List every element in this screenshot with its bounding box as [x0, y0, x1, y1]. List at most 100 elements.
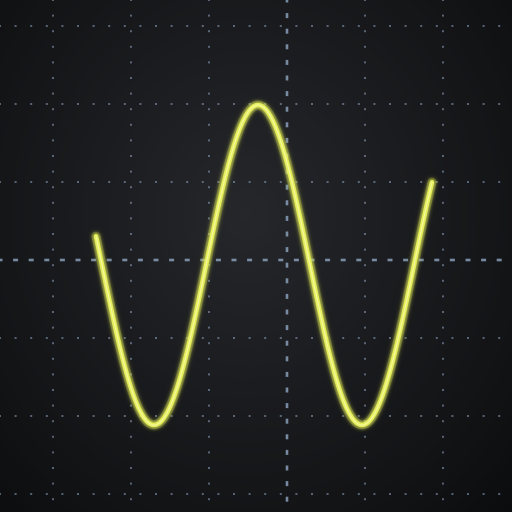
grid-dot: [233, 493, 235, 495]
grid-dot: [420, 415, 423, 417]
grid-dot: [442, 311, 444, 313]
grid-dot: [92, 337, 95, 339]
grid-dot: [130, 420, 132, 423]
grid-dot: [208, 0, 210, 1]
grid-dot: [467, 25, 469, 27]
grid-dot: [295, 337, 298, 339]
grid-dot: [364, 108, 366, 111]
grid-dot: [170, 25, 173, 27]
grid-dot: [208, 467, 210, 469]
grid-dot: [45, 493, 48, 495]
grid-dot: [130, 61, 132, 64]
center-axis-tick: [285, 262, 289, 268]
grid-dot: [52, 435, 54, 438]
graticule-grid: [0, 0, 502, 502]
grid-dot: [52, 139, 54, 142]
grid-dot: [357, 493, 360, 495]
grid-dot: [208, 108, 210, 111]
grid-dot: [130, 139, 132, 142]
center-axis-tick: [434, 258, 440, 262]
grid-dot: [295, 493, 298, 495]
grid-dot: [155, 25, 157, 27]
grid-dot: [45, 337, 48, 339]
grid-dot: [420, 493, 423, 495]
grid-dot: [52, 248, 54, 251]
grid-dot: [92, 415, 95, 417]
grid-dot: [442, 77, 444, 79]
grid-dot: [364, 295, 366, 298]
grid-dot: [326, 181, 329, 183]
grid-dot: [342, 103, 345, 105]
sine-wave-trace: [93, 102, 435, 428]
grid-dot: [326, 415, 329, 417]
grid-dot: [208, 451, 210, 454]
grid-dot: [442, 233, 444, 235]
grid-dot: [201, 25, 204, 27]
grid-dot: [201, 493, 204, 495]
grid-dot: [364, 248, 366, 251]
grid-dot: [442, 279, 444, 282]
grid-dot: [130, 404, 132, 407]
grid-dot: [357, 337, 360, 339]
grid-dot: [155, 181, 157, 183]
grid-dot: [326, 25, 329, 27]
center-axis-tick: [262, 258, 268, 262]
grid-dot: [364, 342, 366, 345]
grid-dot: [108, 103, 111, 105]
grid-dot: [498, 415, 501, 417]
grid-dot: [482, 415, 485, 417]
grid-dot: [248, 415, 251, 417]
grid-dot: [30, 25, 33, 27]
grid-dot: [186, 181, 189, 183]
grid-dot: [279, 103, 282, 105]
grid-dot: [14, 415, 17, 417]
grid-dot: [186, 493, 189, 495]
grid-dot: [442, 201, 444, 204]
grid-dot: [45, 181, 48, 183]
grid-dot: [442, 0, 444, 1]
center-axis-tick: [481, 258, 487, 262]
grid-dot: [123, 415, 126, 417]
grid-dot: [139, 25, 142, 27]
grid-dot: [30, 103, 33, 105]
grid-dot: [108, 415, 111, 417]
grid-dot: [295, 25, 298, 27]
grid-dot: [264, 25, 267, 27]
grid-dot: [467, 337, 469, 339]
grid-dot: [52, 389, 54, 391]
grid-dot: [52, 92, 54, 95]
grid-dot: [208, 357, 210, 360]
grid-dot: [130, 311, 132, 313]
grid-dot: [442, 389, 444, 391]
grid-dot: [442, 155, 444, 157]
grid-dot: [0, 181, 1, 183]
center-axis-tick: [184, 258, 190, 262]
grid-dot: [92, 103, 95, 105]
grid-dot: [217, 493, 220, 495]
grid-dot: [467, 493, 469, 495]
grid-dot: [14, 103, 17, 105]
grid-dot: [45, 103, 48, 105]
grid-dot: [451, 181, 454, 183]
grid-dot: [186, 25, 189, 27]
grid-dot: [311, 181, 313, 183]
grid-dot: [364, 201, 366, 204]
grid-dot: [442, 326, 444, 329]
grid-dot: [130, 357, 132, 360]
grid-dot: [139, 337, 142, 339]
center-axis-tick: [44, 258, 50, 262]
grid-dot: [208, 61, 210, 64]
grid-dot: [442, 186, 444, 189]
grid-dot: [208, 311, 210, 313]
grid-dot: [52, 108, 54, 111]
grid-dot: [233, 415, 235, 417]
grid-dot: [326, 493, 329, 495]
grid-dot: [186, 103, 189, 105]
grid-dot: [0, 103, 1, 105]
grid-dot: [442, 373, 444, 376]
center-axis-tick: [106, 258, 112, 262]
center-axis-tick: [285, 481, 289, 487]
grid-dot: [30, 493, 33, 495]
grid-dot: [364, 435, 366, 438]
grid-dot: [442, 451, 444, 454]
